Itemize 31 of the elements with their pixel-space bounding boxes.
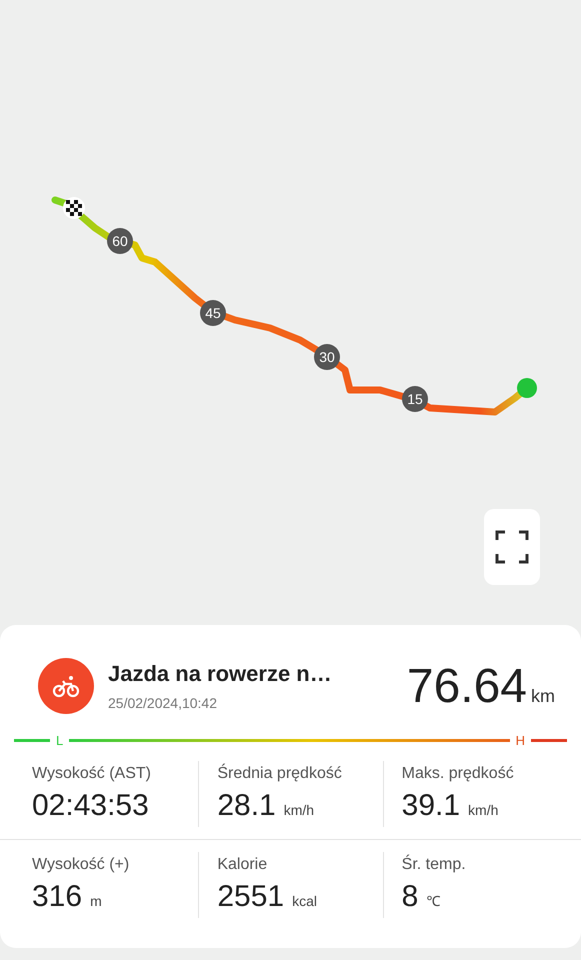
- km-marker: 45: [200, 300, 226, 326]
- stat-unit: m: [90, 893, 102, 909]
- km-marker: 15: [402, 386, 428, 412]
- stat-label: Kalorie: [217, 856, 268, 874]
- stat-value: 02:43:53: [32, 789, 149, 823]
- stat-unit: km/h: [284, 802, 314, 818]
- legend-high-label: H: [516, 732, 525, 748]
- fullscreen-button[interactable]: [484, 509, 540, 585]
- stat-unit: ℃: [426, 892, 440, 910]
- km-marker: 30: [314, 344, 340, 370]
- stat-unit: km/h: [468, 802, 498, 818]
- stat-value: 28.1: [217, 789, 276, 823]
- distance-unit: km: [531, 686, 555, 706]
- start-point-icon: [517, 378, 537, 398]
- stat-label: Wysokość (+): [32, 856, 130, 874]
- activity-date: 25/02/2024,10:42: [108, 695, 218, 711]
- activity-title: Jazda na rowerze n…: [108, 661, 333, 687]
- km-marker: 60: [107, 228, 133, 254]
- stat-value: 316: [32, 880, 82, 914]
- stat-value: 2551: [217, 880, 284, 914]
- stat-label: Średnia prędkość: [217, 765, 343, 783]
- distance-value: 76.64: [406, 658, 527, 714]
- stat-label: Śr. temp.: [402, 856, 467, 874]
- stat-unit: kcal: [292, 893, 317, 909]
- legend-low-label: L: [56, 732, 64, 748]
- stat-value: 39.1: [402, 789, 460, 823]
- stat-value: 8: [402, 880, 418, 914]
- fullscreen-icon: [495, 530, 529, 564]
- stat-label: Maks. prędkość: [402, 765, 515, 783]
- stat-label: Wysokość (AST): [32, 765, 152, 783]
- finish-flag-icon: [62, 196, 86, 220]
